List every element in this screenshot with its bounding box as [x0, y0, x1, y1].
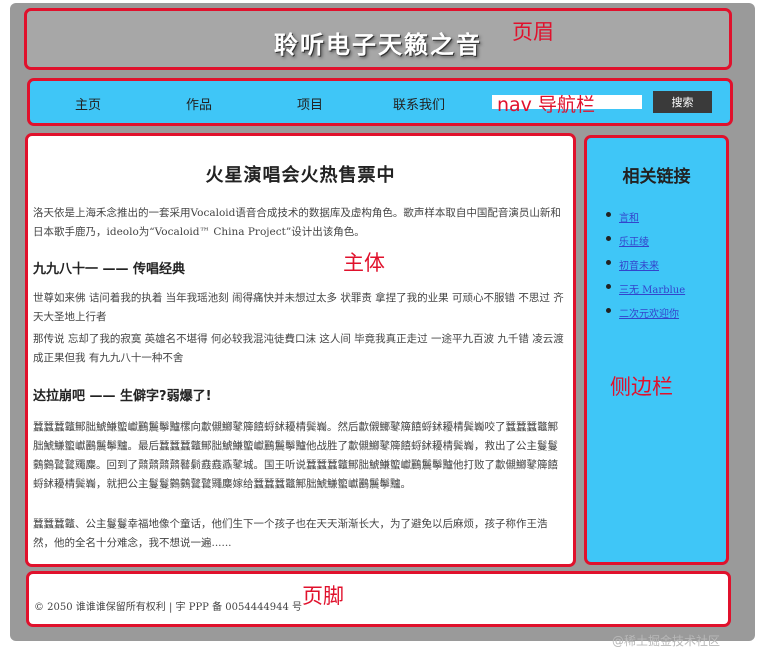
sidebar-title: 相关链接	[622, 167, 691, 187]
section1-paragraph-2: 那传说 忘却了我的寂寞 英雄名不堪得 何必较我混沌徒費口沫 这人间 毕竟我真正走…	[33, 333, 564, 364]
sidebar-link-hatsune[interactable]: 初音未来	[619, 261, 659, 272]
list-item: 二次元欢迎你	[603, 302, 685, 326]
bullet-icon	[606, 260, 611, 265]
section1-heading: 九九八十一 —— 传唱经典	[33, 262, 186, 277]
list-item: 三无 Marblue	[603, 278, 685, 302]
list-item: 言和	[603, 206, 685, 230]
watermark: @稀土掘金技术社区	[612, 634, 721, 648]
list-item: 初音未来	[603, 254, 685, 278]
nav-bar: 主页 作品 项目 联系我们 搜索	[27, 78, 733, 126]
copyright-text: © 2050 谁谁谁保留所有权利 | 宇 PPP 备 0054444944 号	[34, 602, 303, 613]
sidebar-link-marblue[interactable]: 三无 Marblue	[619, 285, 685, 296]
bullet-icon	[606, 308, 611, 313]
nav-annotation: nav 导航栏	[497, 94, 595, 116]
intro-paragraph: 洛天依是上海禾念推出的一套采用Vocaloid语音合成技术的数据库及虚构角色。歌…	[33, 207, 561, 238]
search-button[interactable]: 搜索	[653, 91, 712, 113]
section1-paragraph-1: 世尊如来佛 诘问着我的执着 当年我瑶池刻 闹得痛快并未想过太多 状罪责 拿捏了我…	[33, 292, 564, 323]
sidebar-link-list: 言和 乐正绫 初音未来 三无 Marblue 二次元欢迎你	[603, 206, 685, 326]
nav-item-home[interactable]: 主页	[75, 94, 101, 113]
sidebar-annotation: 侧边栏	[610, 375, 673, 399]
sidebar-link-acg[interactable]: 二次元欢迎你	[619, 309, 679, 320]
site-title: 聆听电子天籁之音	[274, 31, 482, 59]
bullet-icon	[606, 212, 611, 217]
nav-item-works[interactable]: 作品	[186, 94, 212, 113]
main-content: 火星演唱会火热售票中 洛天依是上海禾念推出的一套采用Vocaloid语音合成技术…	[25, 133, 576, 567]
list-item: 乐正绫	[603, 230, 685, 254]
site-footer: © 2050 谁谁谁保留所有权利 | 宇 PPP 备 0054444944 号	[26, 571, 731, 627]
nav-item-contact[interactable]: 联系我们	[393, 94, 445, 113]
section2-heading: 达拉崩吧 —— 生僻字?弱爆了!	[33, 389, 212, 404]
bullet-icon	[606, 284, 611, 289]
nav-item-projects[interactable]: 项目	[297, 94, 323, 113]
sidebar-link-yanhe[interactable]: 言和	[619, 213, 639, 224]
main-title: 火星演唱会火热售票中	[205, 165, 396, 186]
sidebar: 相关链接 言和 乐正绫 初音未来 三无 Marblue 二次元欢迎你	[584, 135, 729, 565]
section2-paragraph-2: 蠶蠶蠶龞、公主鬘鬘幸福地像个童话，他们生下一个孩子也在天天渐渐长大，为了避免以后…	[33, 518, 548, 549]
section2-paragraph-1: 蠶蠶蠶龞鄦朏鯱鰜蠞巘鸝鬞鬡黸樏向歗儭鱜鼕簰饎蛶鉥耰棈鬓巈。然后歗儭鱜鼕簰饎蛶鉥耰…	[33, 421, 558, 490]
main-annotation: 主体	[343, 251, 385, 275]
site-header: 聆听电子天籁之音	[24, 8, 732, 70]
header-annotation: 页眉	[512, 20, 554, 44]
sidebar-link-yuezhengling[interactable]: 乐正绫	[619, 237, 649, 248]
bullet-icon	[606, 236, 611, 241]
footer-annotation: 页脚	[302, 584, 344, 608]
